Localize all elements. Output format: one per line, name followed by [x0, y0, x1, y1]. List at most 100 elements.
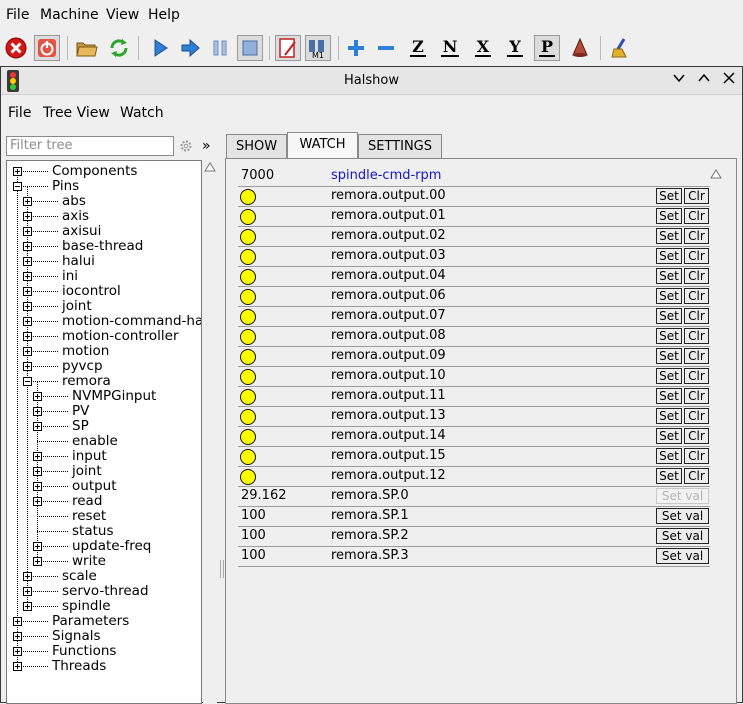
filter-tree-input[interactable]: Filter tree — [6, 136, 174, 156]
expand-icon[interactable] — [33, 482, 42, 491]
tree-item[interactable]: base-thread — [7, 239, 201, 254]
expand-icon[interactable] — [13, 632, 22, 641]
tree-item[interactable]: spindle — [7, 599, 201, 614]
set-button[interactable]: Set — [656, 448, 682, 464]
set-button[interactable]: Set — [656, 408, 682, 424]
set-value-button[interactable]: Set val — [656, 528, 709, 544]
clear-button[interactable]: Clr — [684, 448, 709, 464]
clear-button[interactable]: Clr — [684, 428, 709, 444]
tree-item[interactable]: Components — [7, 164, 201, 179]
maximize-button[interactable] — [695, 71, 713, 89]
expand-icon[interactable] — [33, 497, 42, 506]
tree-item[interactable]: motion — [7, 344, 201, 359]
tree-item[interactable]: axisui — [7, 224, 201, 239]
set-button[interactable]: Set — [656, 468, 682, 484]
expand-icon[interactable] — [23, 197, 32, 206]
expand-icon[interactable] — [23, 332, 32, 341]
tree-scrollbar[interactable] — [203, 160, 217, 704]
hal-menu-file[interactable]: File — [8, 105, 31, 121]
expand-icon[interactable] — [13, 647, 22, 656]
clear-button[interactable]: Clr — [684, 348, 709, 364]
expand-icon[interactable] — [23, 317, 32, 326]
menu-machine[interactable]: Machine — [40, 7, 99, 23]
expand-icon[interactable] — [33, 557, 42, 566]
reload-button[interactable] — [106, 35, 132, 61]
stop-button[interactable] — [237, 35, 263, 61]
zoom-in-button[interactable] — [343, 35, 369, 61]
clear-button[interactable]: Clr — [684, 248, 709, 264]
expand-icon[interactable] — [33, 407, 42, 416]
tree-item[interactable]: enable — [7, 434, 201, 449]
clear-button[interactable]: Clr — [684, 268, 709, 284]
tree-item[interactable]: joint — [7, 464, 201, 479]
clear-button[interactable]: Clr — [684, 328, 709, 344]
tree-item[interactable]: reset — [7, 509, 201, 524]
set-button[interactable]: Set — [656, 368, 682, 384]
clear-button[interactable]: Clr — [684, 468, 709, 484]
set-button[interactable]: Set — [656, 388, 682, 404]
expand-icon[interactable] — [23, 242, 32, 251]
tree-item[interactable]: iocontrol — [7, 284, 201, 299]
minimize-button[interactable] — [670, 71, 688, 89]
tree-item[interactable]: remora — [7, 374, 201, 389]
clear-button[interactable]: Clr — [684, 208, 709, 224]
expand-icon[interactable] — [23, 227, 32, 236]
optional-stop-button[interactable]: M1 — [305, 35, 331, 61]
tree-item[interactable]: abs — [7, 194, 201, 209]
set-button[interactable]: Set — [656, 288, 682, 304]
tree-item[interactable]: motion-command-han — [7, 314, 201, 329]
tree-item[interactable]: ini — [7, 269, 201, 284]
tree-item[interactable]: Parameters — [7, 614, 201, 629]
tree-item[interactable]: motion-controller — [7, 329, 201, 344]
expand-icon[interactable] — [23, 212, 32, 221]
expand-icon[interactable] — [33, 422, 42, 431]
set-button[interactable]: Set — [656, 188, 682, 204]
tree-item[interactable]: output — [7, 479, 201, 494]
tree-item[interactable]: NVMPGinput — [7, 389, 201, 404]
expand-icon[interactable] — [23, 347, 32, 356]
tree-item[interactable]: write — [7, 554, 201, 569]
expand-icon[interactable] — [33, 467, 42, 476]
tree-item[interactable]: update-freq — [7, 539, 201, 554]
watch-scrollbar[interactable] — [709, 168, 723, 180]
set-button[interactable]: Set — [656, 268, 682, 284]
expand-icon[interactable] — [23, 587, 32, 596]
tree-item[interactable]: input — [7, 449, 201, 464]
scroll-up-arrow-icon[interactable] — [203, 160, 217, 174]
view-z2-button[interactable]: N — [437, 35, 463, 61]
menu-file[interactable]: File — [6, 7, 29, 23]
hal-menu-tree-view[interactable]: Tree View — [43, 105, 110, 121]
hal-menu-watch[interactable]: Watch — [120, 105, 164, 121]
tree-item[interactable]: Threads — [7, 659, 201, 674]
open-file-button[interactable] — [74, 35, 100, 61]
clear-button[interactable]: Clr — [684, 228, 709, 244]
tree-item[interactable]: scale — [7, 569, 201, 584]
estop-button[interactable] — [3, 35, 29, 61]
expand-icon[interactable] — [13, 617, 22, 626]
set-button[interactable]: Set — [656, 248, 682, 264]
collapse-icon[interactable] — [13, 182, 22, 191]
tree-item[interactable]: Signals — [7, 629, 201, 644]
expand-icon[interactable] — [13, 167, 22, 176]
tree-item[interactable]: servo-thread — [7, 584, 201, 599]
tree-item[interactable]: read — [7, 494, 201, 509]
expand-icon[interactable] — [33, 542, 42, 551]
collapse-icon[interactable] — [23, 377, 32, 386]
tree-item[interactable]: PV — [7, 404, 201, 419]
menu-view[interactable]: View — [106, 7, 139, 23]
close-button[interactable] — [720, 71, 738, 89]
rotate-view-button[interactable] — [567, 35, 593, 61]
clear-button[interactable]: Clr — [684, 388, 709, 404]
zoom-out-button[interactable] — [373, 35, 399, 61]
tab-settings[interactable]: SETTINGS — [358, 134, 442, 158]
set-button[interactable]: Set — [656, 348, 682, 364]
clear-button[interactable]: Clr — [684, 368, 709, 384]
tab-watch[interactable]: WATCH — [287, 132, 358, 159]
power-button[interactable] — [34, 35, 60, 61]
tree-item[interactable]: pyvcp — [7, 359, 201, 374]
tab-show[interactable]: SHOW — [226, 134, 287, 158]
set-value-button[interactable]: Set val — [656, 548, 709, 564]
clear-button[interactable]: Clr — [684, 188, 709, 204]
pane-splitter[interactable] — [220, 560, 224, 578]
gear-icon[interactable] — [179, 139, 193, 153]
